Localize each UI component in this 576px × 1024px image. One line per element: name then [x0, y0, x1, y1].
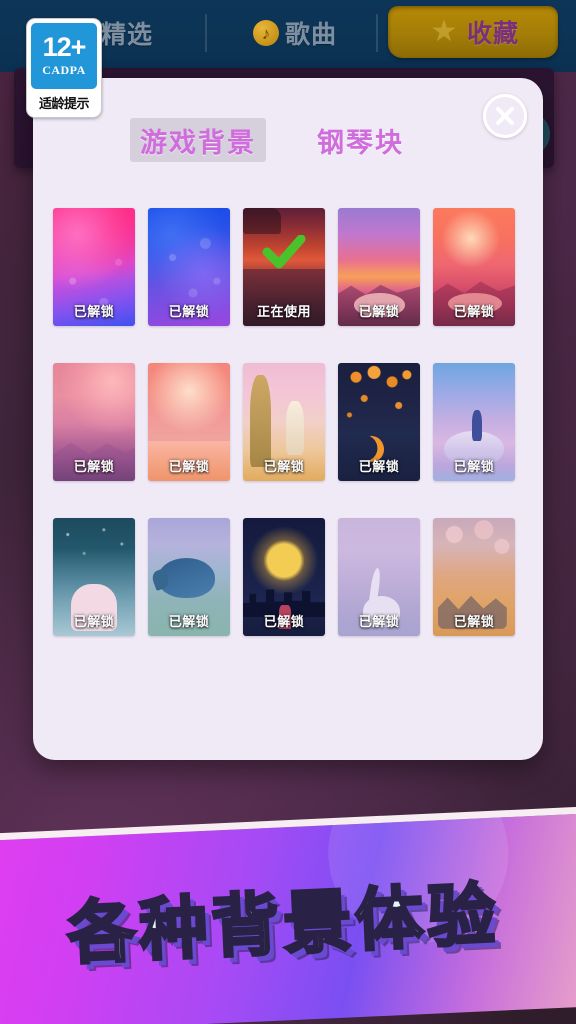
cadpa-age-rating-badge: 12+ CADPA 适龄提示 [26, 18, 102, 118]
background-item[interactable]: 已解锁 [338, 208, 420, 326]
background-item[interactable]: 已解锁 [338, 363, 420, 481]
cadpa-org-label: CADPA [42, 63, 86, 77]
background-row: 已解锁 已解锁 已解锁 已解锁 已解锁 [53, 518, 523, 636]
background-item-active[interactable]: 正在使用 [243, 208, 325, 326]
background-status-label: 已解锁 [73, 459, 115, 474]
background-item[interactable]: 已解锁 [433, 208, 515, 326]
nav-divider [376, 14, 378, 52]
cadpa-badge-body: 12+ CADPA [31, 23, 97, 89]
background-item[interactable]: 已解锁 [243, 363, 325, 481]
nav-divider [205, 14, 207, 52]
star-icon: ★ [430, 15, 458, 48]
background-status-label: 已解锁 [168, 459, 210, 474]
tab-game-background-label: 游戏背景 [140, 127, 256, 158]
cadpa-note-label: 适龄提示 [38, 96, 90, 111]
background-item[interactable]: 已解锁 [148, 363, 230, 481]
check-icon [262, 234, 306, 269]
nav-tab-featured-label: 精选 [100, 21, 153, 49]
background-selection-dialog: 游戏背景 钢琴块 已解锁 已解锁 正在使用 已解锁 已解锁 已解锁 已解锁 已解锁 已解锁 已解锁… [33, 78, 543, 760]
background-item[interactable]: 已解锁 [338, 518, 420, 636]
background-status-label: 已解锁 [358, 459, 400, 474]
background-item[interactable]: 已解锁 [148, 518, 230, 636]
nav-tab-songs[interactable]: ♪ 歌曲 [215, 8, 375, 58]
background-item[interactable]: 已解锁 [53, 518, 135, 636]
dialog-tab-bar: 游戏背景 钢琴块 [33, 118, 543, 166]
tab-game-background[interactable]: 游戏背景 [130, 118, 266, 162]
promo-banner: 各种背景体验 [0, 806, 576, 1024]
background-status-label: 已解锁 [73, 614, 115, 629]
nav-tab-songs-label: 歌曲 [284, 21, 337, 49]
background-row: 已解锁 已解锁 已解锁 已解锁 已解锁 [53, 363, 523, 481]
background-item[interactable]: 已解锁 [53, 208, 135, 326]
background-status-label: 已解锁 [358, 614, 400, 629]
music-note-icon: ♪ [252, 20, 279, 46]
background-row: 已解锁 已解锁 正在使用 已解锁 已解锁 [53, 208, 523, 326]
background-status-label: 已解锁 [263, 614, 305, 629]
background-item[interactable]: 已解锁 [243, 518, 325, 636]
background-status-label: 已解锁 [168, 614, 210, 629]
nav-tab-favorites[interactable]: ★ 收藏 [388, 6, 558, 58]
background-item[interactable]: 已解锁 [433, 363, 515, 481]
background-status-label: 已解锁 [168, 304, 210, 319]
nav-tab-favorites-label: 收藏 [466, 20, 519, 48]
background-status-label: 已解锁 [263, 459, 305, 474]
background-grid: 已解锁 已解锁 正在使用 已解锁 已解锁 已解锁 已解锁 已解锁 已解锁 已解锁 已解锁 已解锁 已解锁… [53, 208, 523, 636]
tab-piano-tiles-label: 钢琴块 [317, 127, 404, 158]
background-status-label: 已解锁 [453, 459, 495, 474]
background-status-label: 已解锁 [358, 304, 400, 319]
background-item[interactable]: 已解锁 [433, 518, 515, 636]
game-screen: 精选 ♪ 歌曲 ★ 收藏 游戏背景 钢琴块 已解锁 已解锁 正在使用 已解锁 已… [0, 0, 576, 1024]
promo-banner-text: 各种背景体验 [64, 875, 502, 974]
background-item[interactable]: 已解锁 [148, 208, 230, 326]
background-status-label: 已解锁 [453, 304, 495, 319]
background-status-label: 已解锁 [73, 304, 115, 319]
background-status-label: 已解锁 [453, 614, 495, 629]
cadpa-age-label: 12+ [42, 32, 87, 62]
background-status-label: 正在使用 [256, 304, 311, 319]
background-item[interactable]: 已解锁 [53, 363, 135, 481]
tab-piano-tiles[interactable]: 钢琴块 [298, 118, 423, 162]
